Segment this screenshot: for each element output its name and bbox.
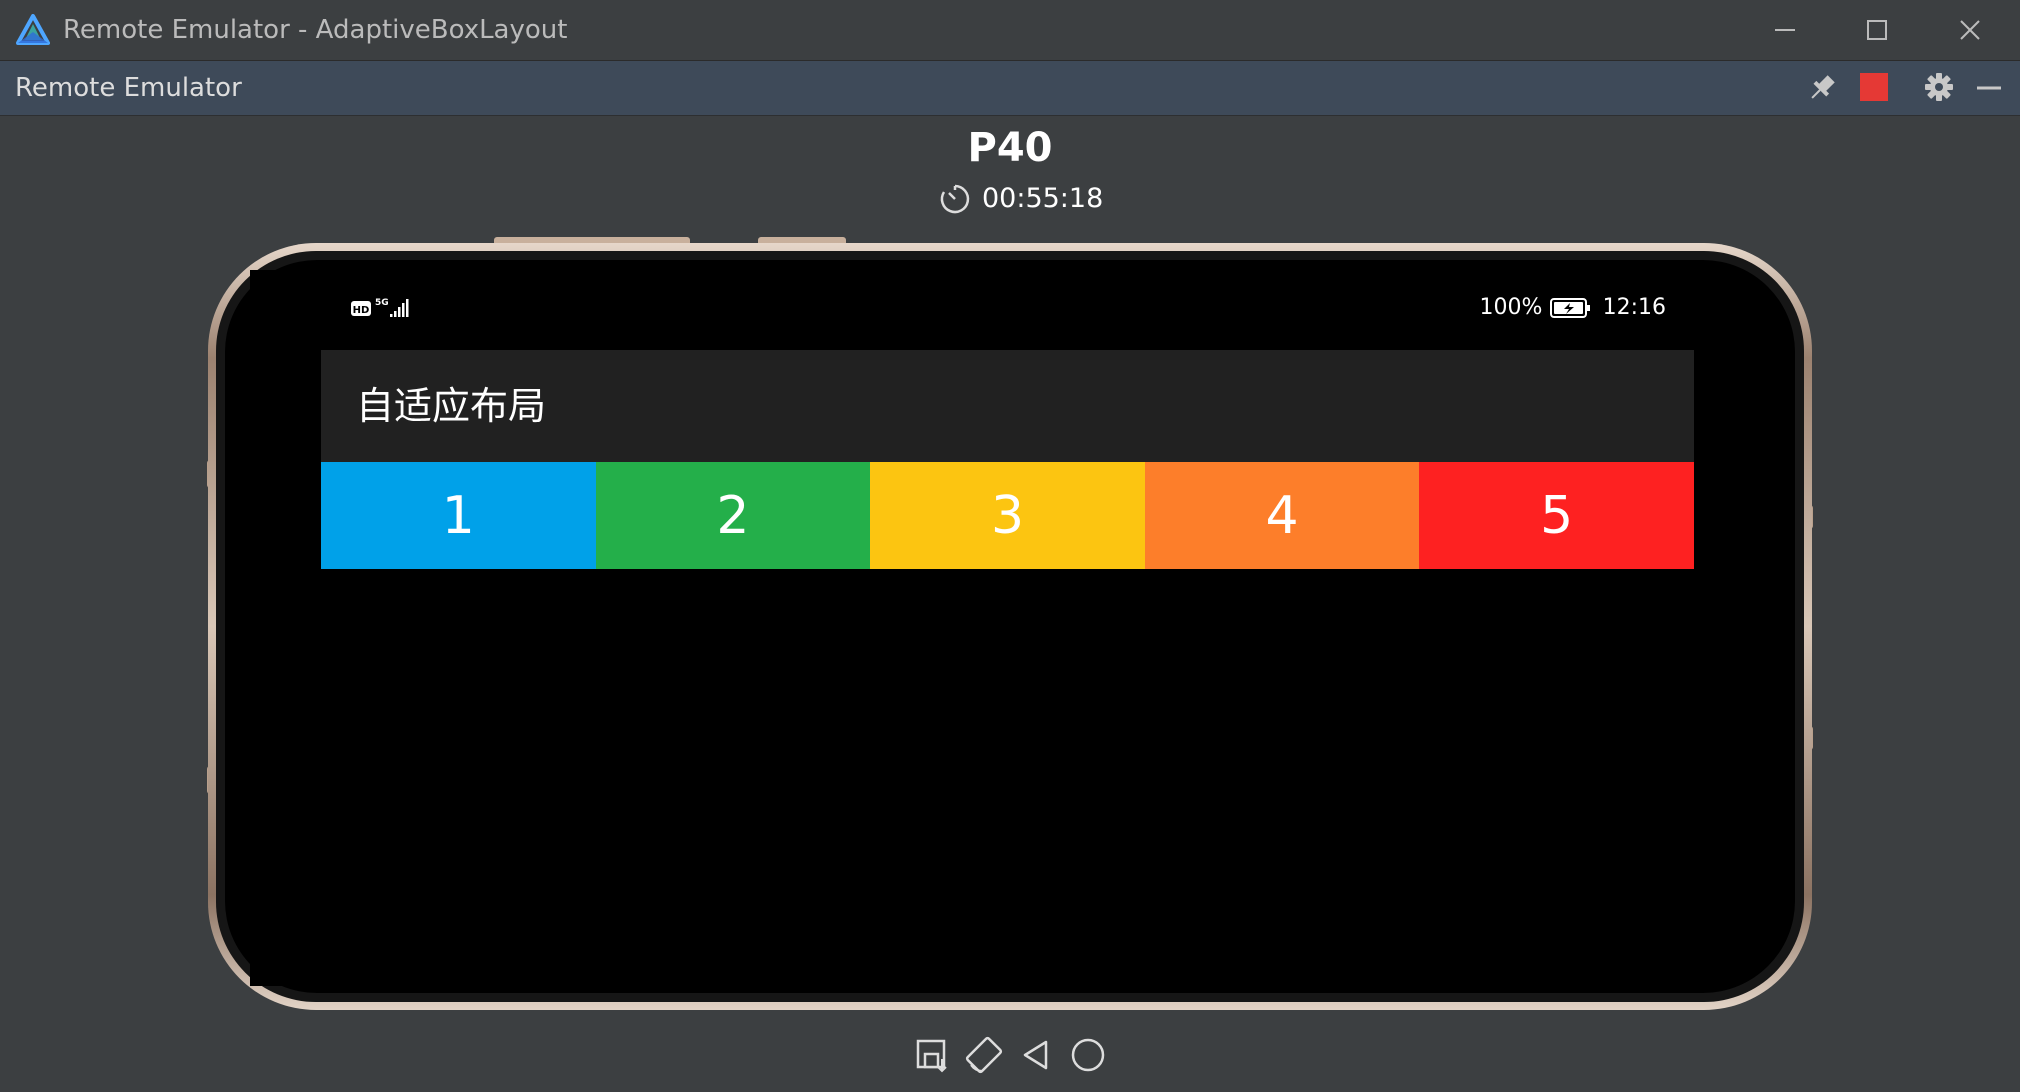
adaptive-box-3: 3 [870,462,1145,569]
stop-button[interactable] [1857,70,1893,106]
close-button[interactable] [1925,0,2015,60]
harmony-ide-logo-icon [16,14,50,46]
timer-text: 00:55:18 [982,183,1104,214]
adaptive-box-4: 4 [1144,462,1420,569]
settings-button[interactable] [1922,70,1958,106]
rotate-icon[interactable] [964,1035,1004,1075]
5g-signal-icon: 5G [375,298,409,317]
status-bar-left: HD 5G [350,296,412,326]
app-title-bar: 自适应布局 [321,350,1694,462]
maximize-icon [1867,20,1887,40]
status-bar-right: 100% 12:16 [1480,292,1667,324]
adaptive-box-1: 1 [321,462,596,569]
tool-window-title: Remote Emulator [15,73,242,103]
phone-screen: HD 5G 100% 12:16 自适应布局 12345 [250,270,1694,986]
minimize-icon [1775,29,1795,31]
battery-level: 100% [1479,295,1543,320]
adaptive-box-layout: 12345 [321,462,1694,569]
minimize-button[interactable] [1740,0,1830,60]
window-title: Remote Emulator - AdaptiveBoxLayout [63,15,568,45]
back-icon[interactable] [1016,1035,1056,1075]
hide-icon [1977,86,2001,90]
hide-button[interactable] [1974,70,2010,106]
status-time: 12:16 [1602,295,1666,320]
adaptive-box-2: 2 [595,462,871,569]
pin-button[interactable] [1804,70,1840,106]
device-name: P40 [967,125,1053,171]
hd-icon: HD [351,301,371,316]
close-icon [1960,20,1980,40]
battery-charging-icon [1549,298,1590,318]
settings-icon [1925,73,1953,101]
tool-window-header: Remote Emulator [0,61,2020,116]
home-icon[interactable] [1068,1035,1108,1075]
screenshot-icon[interactable] [912,1035,952,1075]
maximize-button[interactable] [1832,0,1922,60]
timer-icon [940,184,970,214]
pin-icon [1811,75,1835,99]
svg-text:5G: 5G [375,298,389,308]
stop-icon [1860,73,1888,101]
window-title-bar: Remote Emulator - AdaptiveBoxLayout [0,0,2020,61]
adaptive-box-5: 5 [1419,462,1694,569]
svg-text:HD: HD [353,305,370,316]
app-title: 自适应布局 [356,384,547,428]
